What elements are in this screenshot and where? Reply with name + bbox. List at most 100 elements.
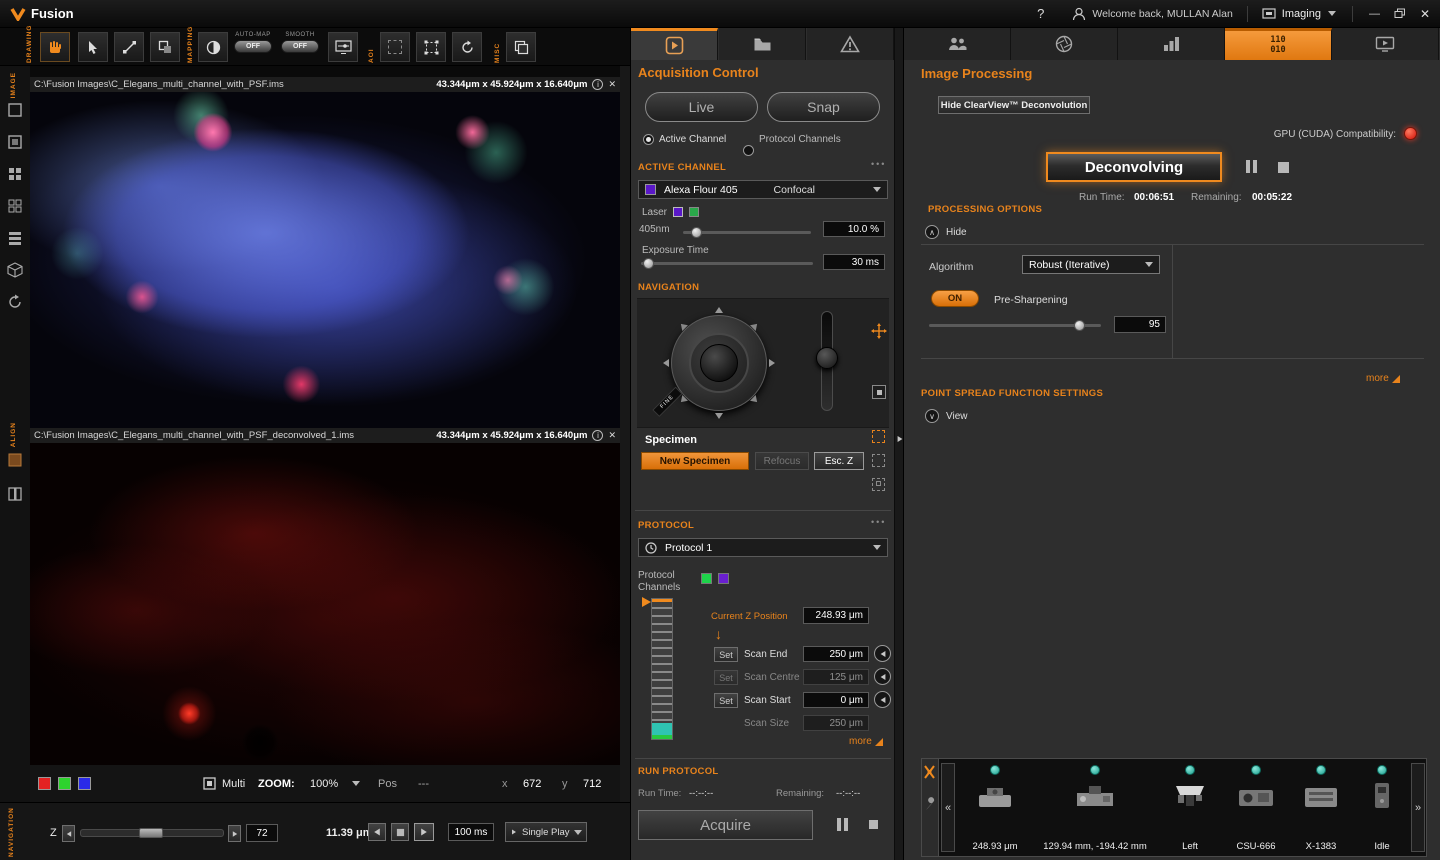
grab-scan-end-button[interactable] <box>874 645 891 662</box>
zoom-caret-icon[interactable] <box>352 781 360 786</box>
single-view-button[interactable] <box>7 102 23 121</box>
line-tool-button[interactable] <box>114 32 144 62</box>
aoi-edit-button[interactable] <box>416 32 446 62</box>
image1-close-icon[interactable]: ✕ <box>608 79 616 90</box>
play-mode-dropdown[interactable]: Single Play <box>505 822 587 842</box>
protocol-purple-channel-swatch[interactable] <box>718 573 729 584</box>
grab-scan-centre-button[interactable] <box>874 668 891 685</box>
z-position-slider[interactable] <box>80 829 224 837</box>
align-tool-button[interactable] <box>7 452 23 471</box>
aoi-reset-button[interactable] <box>452 32 482 62</box>
acquire-button[interactable]: Acquire <box>638 810 813 840</box>
live-button[interactable]: Live <box>645 92 758 122</box>
pointer-tool-button[interactable] <box>78 32 108 62</box>
protocol-green-channel-swatch[interactable] <box>701 573 712 584</box>
view-psf-label[interactable]: View <box>946 411 968 422</box>
frame-interval-value[interactable]: 100 ms <box>448 823 494 841</box>
channel-selector-dropdown[interactable]: Alexa Flour 405 Confocal <box>638 180 888 199</box>
laser-purple-checkbox[interactable] <box>673 207 683 217</box>
mode-caret-icon[interactable] <box>1328 11 1336 16</box>
tab-display[interactable] <box>1332 28 1439 60</box>
pause-deconvolution-button[interactable] <box>1246 160 1257 173</box>
scan-end-value[interactable]: 250 μm <box>803 646 869 662</box>
exposure-slider[interactable] <box>641 262 813 265</box>
pause-acquire-button[interactable] <box>837 818 848 831</box>
wrench-icon[interactable] <box>923 797 936 813</box>
mode-selector[interactable]: Imaging <box>1282 8 1321 20</box>
tab-alerts[interactable] <box>807 28 894 60</box>
image1-canvas[interactable] <box>30 92 620 428</box>
automap-toggle[interactable]: OFF <box>234 40 272 53</box>
device-z-stage[interactable]: 248.93 μm <box>955 759 1035 856</box>
close-button[interactable]: ✕ <box>1420 7 1430 21</box>
contrast-tool-button[interactable] <box>198 32 228 62</box>
green-channel-swatch[interactable] <box>58 777 71 790</box>
smooth-toggle[interactable]: OFF <box>281 40 319 53</box>
protocol-channels-radio-label[interactable]: Protocol Channels <box>759 134 841 145</box>
expand-panel-icon[interactable] <box>898 436 903 442</box>
hide-options-label[interactable]: Hide <box>946 227 967 238</box>
grab-scan-start-button[interactable] <box>874 691 891 708</box>
roi-preset-2-button[interactable] <box>872 454 885 467</box>
filled-view-button[interactable] <box>7 134 23 153</box>
zoom-value[interactable]: 100% <box>310 778 338 790</box>
display-settings-button[interactable] <box>328 32 358 62</box>
algorithm-dropdown[interactable]: Robust (Iterative) <box>1022 255 1160 274</box>
exposure-thumb[interactable] <box>643 258 654 269</box>
play-forward-button[interactable] <box>414 823 434 841</box>
protocol-channels-radio[interactable] <box>743 145 754 156</box>
red-channel-swatch[interactable] <box>38 777 51 790</box>
presharpening-value[interactable]: 95 <box>1114 316 1166 333</box>
tab-files[interactable] <box>719 28 806 60</box>
new-specimen-button[interactable]: New Specimen <box>641 452 749 470</box>
set-scan-start-button[interactable]: Set <box>714 693 738 708</box>
joystick-knob[interactable] <box>700 344 738 382</box>
esc-z-button[interactable]: Esc. Z <box>814 452 864 470</box>
laser-power-slider[interactable] <box>683 231 811 234</box>
copy-view-button[interactable] <box>506 32 536 62</box>
service-tools-icon[interactable] <box>923 764 936 780</box>
image2-close-icon[interactable]: ✕ <box>608 430 616 441</box>
hide-clearview-button[interactable]: Hide ClearView™ Deconvolution <box>938 96 1090 114</box>
tab-optics[interactable] <box>1011 28 1118 60</box>
z-frame-value[interactable]: 72 <box>246 824 278 842</box>
device-csu[interactable]: CSU-666 <box>1223 759 1289 856</box>
tab-statistics[interactable] <box>1118 28 1225 60</box>
laser-power-thumb[interactable] <box>691 227 702 238</box>
z-step-forward-button[interactable] <box>228 825 241 842</box>
image2-canvas[interactable] <box>30 443 620 765</box>
deconvolving-button[interactable]: Deconvolving <box>1046 152 1222 182</box>
collapse-options-button[interactable]: ∧ <box>925 225 939 239</box>
shape-tool-button[interactable] <box>150 32 180 62</box>
center-stage-icon[interactable] <box>871 323 887 339</box>
layers-view-button[interactable] <box>7 230 23 249</box>
protocol-dropdown[interactable]: Protocol 1 <box>638 538 888 557</box>
tab-users[interactable] <box>904 28 1011 60</box>
active-channel-menu[interactable]: ••• <box>871 159 886 169</box>
help-button[interactable]: ? <box>1037 6 1044 21</box>
presharpening-thumb[interactable] <box>1074 320 1085 331</box>
laser-green-checkbox[interactable] <box>689 207 699 217</box>
tab-acquisition[interactable] <box>631 28 718 60</box>
stop-acquire-button[interactable] <box>869 820 878 829</box>
z-step-back-button[interactable] <box>62 825 75 842</box>
blue-channel-swatch[interactable] <box>78 777 91 790</box>
z-stack-ladder[interactable] <box>651 598 673 740</box>
active-channel-radio[interactable] <box>643 134 654 145</box>
expand-psf-button[interactable]: ∨ <box>925 409 939 423</box>
device-objective-turret[interactable]: Left <box>1157 759 1223 856</box>
stop-deconvolution-button[interactable] <box>1278 162 1289 173</box>
protocol-menu[interactable]: ••• <box>871 517 886 527</box>
stop-playback-button[interactable] <box>391 823 409 841</box>
tab-image-processing[interactable]: 110 010 <box>1225 28 1332 60</box>
split-align-button[interactable] <box>7 486 23 505</box>
protocol-more-link[interactable]: more <box>849 736 883 747</box>
multi-grid-view-button[interactable] <box>7 198 23 217</box>
roi-preset-3-button[interactable] <box>872 478 885 491</box>
exposure-value[interactable]: 30 ms <box>823 254 885 270</box>
image1-info-icon[interactable]: i <box>592 79 603 90</box>
z-jog-knob[interactable] <box>816 347 838 369</box>
dock-scroll-left-button[interactable]: « <box>941 763 955 852</box>
multi-channel-icon[interactable] <box>203 777 216 790</box>
laser-power-value[interactable]: 10.0 % <box>823 221 885 237</box>
